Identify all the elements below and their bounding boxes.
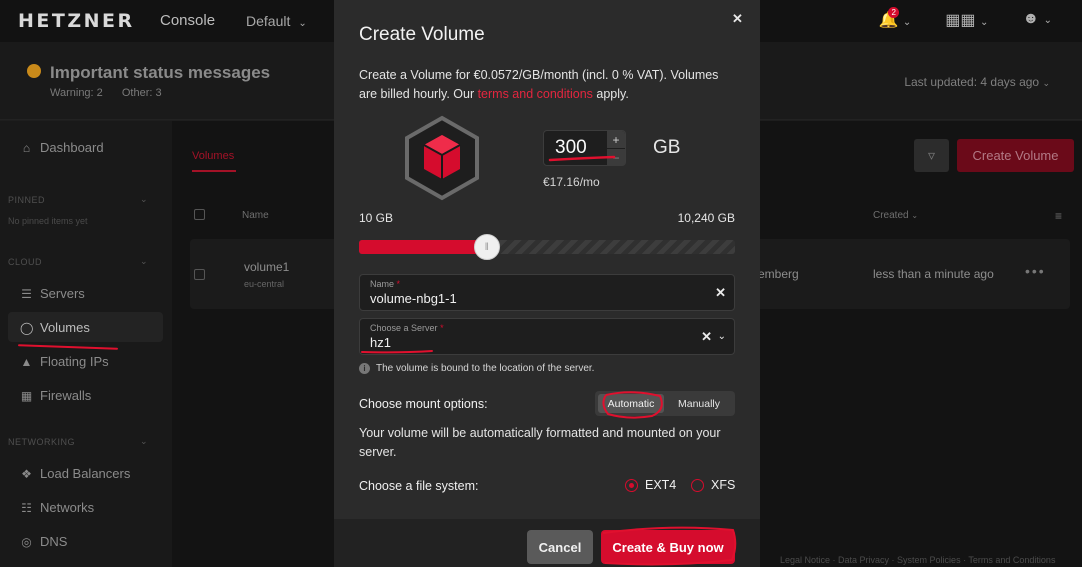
radio-ext4[interactable]: EXT4 — [625, 478, 676, 492]
server-info: i The volume is bound to the location of… — [359, 363, 594, 374]
home-icon: ⌂ — [22, 140, 31, 155]
globe-icon: ◎ — [21, 534, 32, 549]
section-cloud: CLOUD — [8, 257, 43, 267]
name-input[interactable]: volume-nbg1-1 — [370, 291, 457, 306]
sidebar-item-networks[interactable]: ☷ Networks — [20, 500, 94, 515]
volume-server: emberg — [758, 267, 799, 281]
sidebar-item-dashboard[interactable]: ⌂ Dashboard — [20, 140, 104, 155]
header-icons: 🔔 2 ⌄ ▦▦ ⌄ ☻ ⌄ — [878, 7, 1052, 30]
other-count: Other: 3 — [121, 87, 162, 99]
last-updated[interactable]: Last updated: 4 days ago ⌄ — [904, 75, 1050, 89]
volume-name[interactable]: volume1 — [244, 260, 289, 274]
console-label: Console — [160, 12, 216, 29]
filter-icon: ▿ — [927, 147, 936, 163]
chevron-down-icon[interactable]: ⌄ — [718, 331, 726, 342]
floating-ip-icon: ▲ — [20, 354, 33, 369]
terms-link[interactable]: terms and conditions — [478, 87, 593, 101]
pinned-empty-text: No pinned items yet — [8, 216, 88, 226]
volume-location: eu-central — [244, 279, 285, 289]
size-stepper[interactable]: 300 + − — [543, 130, 626, 166]
modal-description: Create a Volume for €0.0572/GB/month (in… — [359, 68, 719, 101]
size-input[interactable]: 300 — [555, 137, 587, 159]
sidebar: ⌂ Dashboard PINNED ⌄ No pinned items yet … — [0, 121, 172, 567]
select-all-checkbox[interactable] — [194, 209, 205, 220]
network-icon: ☷ — [21, 500, 32, 515]
mount-options-label: Choose mount options: — [359, 397, 488, 411]
radio-checked-icon — [625, 478, 638, 492]
slider-handle[interactable]: ‖ — [473, 234, 500, 260]
name-field[interactable]: Name * volume-nbg1-1 ✕ — [359, 274, 735, 311]
status-title[interactable]: Important status messages — [50, 63, 270, 83]
slider-min-label: 10 GB — [359, 211, 394, 225]
name-field-label: Name * — [370, 279, 401, 289]
server-value[interactable]: hz1 — [370, 335, 391, 350]
sidebar-item-servers[interactable]: ☰ Servers — [20, 286, 85, 301]
project-name: Default — [246, 13, 291, 29]
settings-sliders-icon[interactable]: ≡ — [1055, 209, 1062, 223]
server-select[interactable]: Choose a Server * hz1 ✕ ⌄ — [359, 318, 735, 355]
radio-xfs[interactable]: XFS — [691, 478, 735, 492]
chevron-down-icon: ⌄ — [298, 18, 307, 29]
tab-underline — [192, 170, 236, 172]
size-unit: GB — [653, 137, 681, 158]
chevron-down-icon[interactable]: ⌄ — [140, 436, 148, 447]
info-icon: i — [359, 363, 370, 374]
chevron-down-icon[interactable]: ⌄ — [140, 256, 148, 267]
clear-name-icon[interactable]: ✕ — [715, 285, 726, 301]
sidebar-item-volumes[interactable]: ◯ Volumes — [20, 320, 90, 335]
hetzner-logo[interactable]: HETZNER — [18, 10, 135, 32]
project-selector[interactable]: Default ⌄ — [246, 13, 307, 29]
servers-icon: ☰ — [21, 286, 32, 301]
create-volume-button[interactable]: Create Volume — [957, 139, 1074, 172]
monthly-price: €17.16/mo — [543, 175, 600, 189]
more-options-icon[interactable]: ••• — [1025, 263, 1046, 279]
column-created[interactable]: Created ⌄ — [873, 210, 918, 221]
slider-max-label: 10,240 GB — [677, 211, 735, 225]
mount-options-toggle[interactable]: Automatic Manually — [595, 391, 735, 416]
increment-button[interactable]: + — [607, 131, 625, 148]
size-slider[interactable] — [359, 240, 735, 254]
sidebar-item-dns[interactable]: ◎ DNS — [20, 534, 67, 549]
chevron-down-icon[interactable]: ⌄ — [140, 194, 148, 205]
volume-created: less than a minute ago — [873, 267, 994, 281]
clear-server-icon[interactable]: ✕ — [701, 329, 712, 345]
mount-automatic-button[interactable]: Automatic — [598, 394, 664, 413]
create-volume-modal: ✕ Create Volume Create a Volume for €0.0… — [334, 0, 760, 567]
section-networking: NETWORKING — [8, 437, 75, 447]
slider-fill — [359, 240, 487, 254]
annotation-underline — [17, 344, 119, 350]
status-counts: Warning: 2 Other: 3 — [50, 87, 178, 99]
modal-title: Create Volume — [359, 24, 485, 45]
create-buy-button[interactable]: Create & Buy now — [601, 530, 735, 564]
mount-description: Your volume will be automatically format… — [359, 426, 721, 459]
tab-volumes[interactable]: Volumes — [192, 150, 234, 162]
grid-icon[interactable]: ▦▦ ⌄ — [945, 10, 988, 30]
filter-button[interactable]: ▿ — [914, 139, 949, 172]
mount-manually-button[interactable]: Manually — [665, 394, 733, 413]
volume-icon: ◯ — [20, 320, 34, 335]
sidebar-item-floating-ips[interactable]: ▲ Floating IPs — [20, 354, 109, 369]
user-icon[interactable]: ☻ ⌄ — [1022, 10, 1052, 30]
cancel-button[interactable]: Cancel — [527, 530, 593, 564]
footer-links[interactable]: Legal Notice · Data Privacy · System Pol… — [780, 555, 1055, 565]
row-checkbox[interactable] — [194, 269, 205, 280]
warning-count: Warning: 2 — [50, 87, 103, 99]
sidebar-item-load-balancers[interactable]: ❖ Load Balancers — [20, 466, 130, 481]
column-name[interactable]: Name — [242, 210, 269, 221]
volume-cube-icon — [405, 115, 479, 201]
notification-badge: 2 — [888, 7, 899, 18]
close-icon[interactable]: ✕ — [732, 11, 743, 27]
section-pinned: PINNED — [8, 195, 46, 205]
radio-unchecked-icon — [691, 478, 704, 492]
decrement-button[interactable]: − — [607, 149, 625, 166]
warning-icon — [27, 64, 41, 78]
filesystem-label: Choose a file system: — [359, 479, 479, 493]
sidebar-item-firewalls[interactable]: ▦ Firewalls — [20, 388, 91, 403]
load-balancer-icon: ❖ — [21, 466, 32, 481]
firewall-icon: ▦ — [20, 388, 33, 403]
bell-icon[interactable]: 🔔 2 ⌄ — [878, 7, 911, 30]
server-field-label: Choose a Server * — [370, 323, 444, 333]
